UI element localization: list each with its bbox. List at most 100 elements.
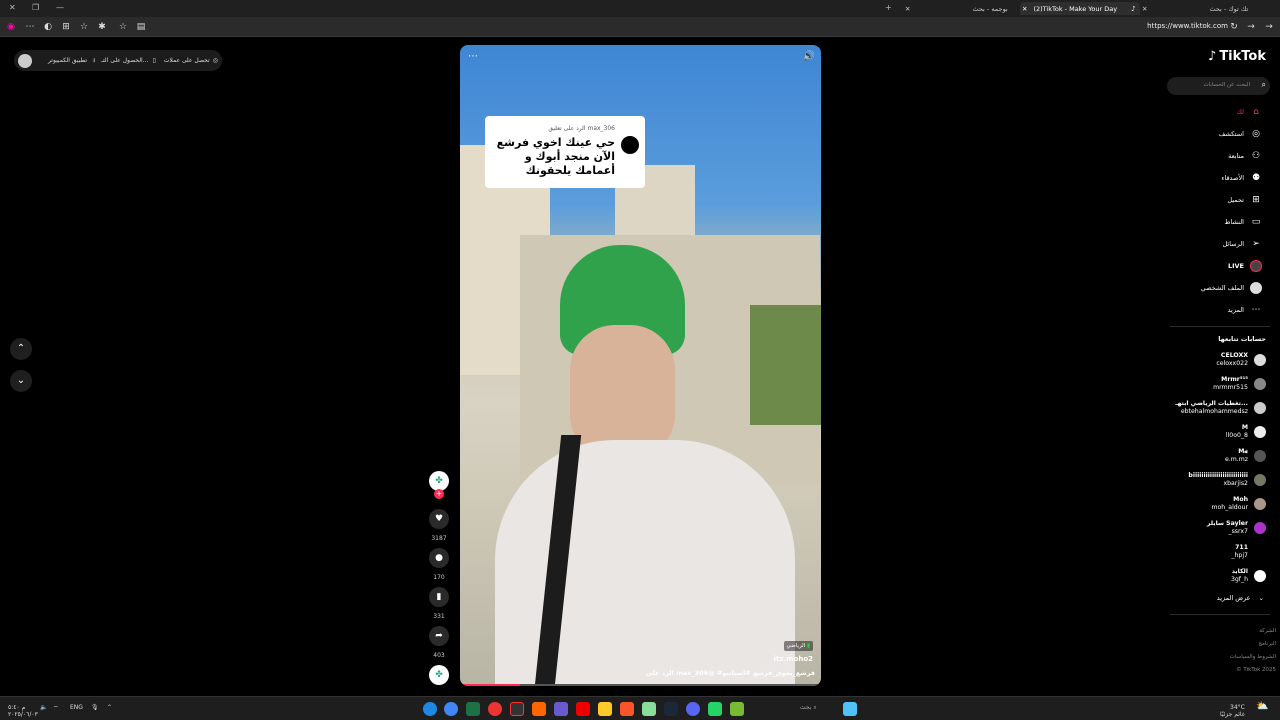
nav-upload[interactable]: تحميل ⊞ [1227, 193, 1262, 207]
app-icon[interactable] [730, 702, 744, 716]
tab-search-2[interactable]: ✕ بوجمه - بحث [903, 2, 1018, 15]
search-input[interactable]: ⌕ البحث عن الحسابات [1167, 77, 1270, 95]
creator-avatar[interactable]: ✤ [429, 471, 449, 491]
share-button[interactable]: ➦ [429, 626, 449, 646]
following-account[interactable]: Mll0o0_8 [1226, 421, 1266, 443]
nav-more[interactable]: المزيد ⋯ [1228, 303, 1262, 317]
nav-messages[interactable]: الرسائل ➢ [1222, 237, 1262, 251]
progress-track[interactable] [460, 684, 821, 686]
steam-icon[interactable] [664, 702, 678, 716]
next-video-button[interactable]: ⌄ [10, 370, 32, 392]
tab-tiktok[interactable]: ✕ (2)TikTok - Make Your Day ♪ [1020, 2, 1140, 15]
like-count: 3187 [431, 535, 447, 542]
following-account[interactable]: M𝓪 e.m.mz [1225, 445, 1266, 467]
desktop-app-link[interactable]: تطبيق الكمبيوتر [48, 57, 87, 64]
collections-icon[interactable]: ⊞ [60, 21, 72, 33]
volume-icon[interactable]: 🔊 [803, 51, 815, 62]
file-explorer-icon[interactable] [598, 702, 612, 716]
reader-icon[interactable]: ▤ [135, 21, 147, 33]
author-badge: الرياضي ▮ [783, 641, 813, 651]
wifi-icon[interactable]: ⌔ [53, 704, 59, 712]
user-avatar[interactable] [18, 53, 32, 68]
start-icon[interactable] [843, 702, 857, 716]
app-icon[interactable] [554, 702, 568, 716]
close-tab-icon[interactable]: ✕ [905, 5, 910, 13]
like-button[interactable]: ♥ [429, 509, 449, 529]
discord-icon[interactable] [686, 702, 700, 716]
show-more-button[interactable]: عرض المزيد ⌄ [1217, 594, 1264, 602]
excel-icon[interactable] [466, 702, 480, 716]
nav-live[interactable]: LIVE [1228, 259, 1262, 273]
brave-icon[interactable] [620, 702, 634, 716]
following-account[interactable]: تغطيات الرياضي ابتهـ... ebtehalmohammedsz [1175, 397, 1266, 419]
following-account[interactable]: سايلر Sayler _ssrx7 [1207, 517, 1266, 539]
app-icon[interactable] [642, 702, 656, 716]
language-indicator[interactable]: ENG [70, 704, 83, 711]
edge-icon[interactable] [423, 702, 437, 716]
close-window-icon[interactable]: ✕ [9, 3, 16, 12]
forward-icon[interactable]: → [1245, 21, 1257, 33]
save-button[interactable]: ▮ [429, 587, 449, 607]
volume-icon[interactable]: 🔈 [40, 704, 47, 711]
close-tab-icon[interactable]: ✕ [1022, 5, 1027, 13]
add-favorite-icon[interactable]: ☆ [117, 21, 129, 33]
previous-video-button[interactable]: ⌃ [10, 338, 32, 360]
copilot-icon[interactable]: ◉ [5, 21, 17, 33]
tab-search-1[interactable]: ✕ تك توك - بحث [1140, 2, 1270, 15]
following-account[interactable]: biiiiiiiiiiiiiiiiiiiiiiiiii xbarjis2 [1188, 469, 1266, 491]
favorites-icon[interactable]: ☆ [78, 21, 90, 33]
sound-disc[interactable]: ✤ [429, 665, 449, 685]
clock[interactable]: م ٥:٤٠ ٢٠٢٥/٠٦/٠٣ [8, 704, 38, 718]
nav-activity[interactable]: النشاط ▭ [1224, 215, 1262, 229]
share-icon: ➦ [435, 631, 443, 641]
footer-links: الشركة البرنامج الشروط والسياسات © TikTo… [1229, 628, 1276, 673]
avatar [1254, 450, 1266, 462]
following-title: حسابات تتابعها [1218, 335, 1266, 343]
author-name[interactable]: its.moho2 [774, 655, 813, 663]
more-options-icon[interactable]: ⋯ [468, 51, 478, 62]
following-account[interactable]: Moh moh_aldour [1211, 493, 1266, 515]
netflix-icon[interactable] [576, 702, 590, 716]
profile-icon[interactable]: ◐ [42, 21, 54, 33]
following-account[interactable]: 711 _hpj7 [1231, 541, 1266, 563]
nav-friends[interactable]: الأصدقاء ⚉ [1221, 171, 1262, 185]
chrome-icon[interactable] [444, 702, 458, 716]
minimize-window-icon[interactable]: — [56, 3, 64, 12]
avatar [1254, 570, 1266, 582]
avatar [1254, 498, 1266, 510]
following-account[interactable]: Mrmr⁵¹⁵ mrmmr515 [1213, 373, 1266, 395]
new-tab-icon[interactable]: + [885, 3, 892, 12]
follow-plus-icon[interactable]: + [434, 489, 444, 499]
capcut-icon[interactable] [510, 702, 524, 716]
back-icon[interactable]: → [1263, 21, 1275, 33]
refresh-icon[interactable]: ↻ [1228, 21, 1240, 33]
following-account[interactable]: CELOXX celoxx022 [1216, 349, 1266, 371]
extensions-icon[interactable]: ✱ [96, 21, 108, 33]
comment-reply-label: الرد على تعليق max_306 [548, 125, 615, 132]
app-icon[interactable] [532, 702, 546, 716]
live-icon [1250, 260, 1262, 272]
activity-icon: ▭ [1251, 217, 1261, 227]
nav-profile[interactable]: الملف الشخصي [1201, 281, 1262, 295]
whatsapp-icon[interactable] [708, 702, 722, 716]
get-app-link[interactable]: الحصول على التـ... [101, 57, 148, 64]
comment-button[interactable]: ● [429, 548, 449, 568]
tray-chevron-icon[interactable]: ⌃ [107, 704, 112, 711]
following-account[interactable]: الكايد 3gf_h [1231, 565, 1266, 587]
tiktok-logo[interactable]: ♪ TikTok [1208, 49, 1266, 64]
close-tab-icon[interactable]: ✕ [1142, 5, 1147, 13]
coins-link[interactable]: تحصل على عملات [164, 57, 210, 64]
app-icon[interactable] [488, 702, 502, 716]
nav-explore[interactable]: استكشف ◎ [1219, 127, 1262, 141]
microphone-icon[interactable]: 🎙 [91, 704, 99, 711]
menu-dots-icon[interactable]: ⋯ [24, 21, 36, 33]
nav-following[interactable]: متابعة ⚇ [1228, 149, 1262, 163]
taskbar-search[interactable]: بحث ⌕ [800, 704, 817, 712]
friends-icon: ⚉ [1251, 173, 1261, 183]
weather-widget[interactable]: 34°C غائم جزئيًا [1220, 704, 1245, 718]
restore-window-icon[interactable]: ❐ [32, 3, 39, 12]
avatar [1254, 354, 1266, 366]
address-bar[interactable]: https://www.tiktok.com [1147, 22, 1228, 30]
nav-for-you[interactable]: لك ⌂ [1237, 105, 1262, 119]
search-icon[interactable]: ⌕ [1262, 80, 1266, 90]
